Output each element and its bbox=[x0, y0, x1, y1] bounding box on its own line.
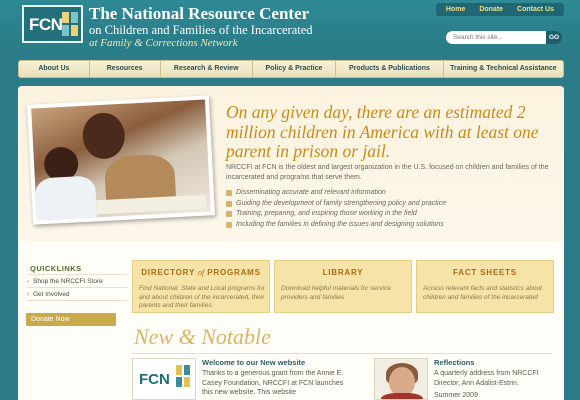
main-nav: About Us Resources Research & Review Pol… bbox=[18, 60, 564, 78]
news-logo-text: FCN bbox=[139, 371, 170, 388]
search-go-button[interactable]: GO bbox=[546, 31, 562, 44]
logo-mark-icon bbox=[176, 365, 190, 387]
list-item: Training, preparing, and inspiring those… bbox=[226, 209, 446, 220]
toplink-donate[interactable]: Donate bbox=[473, 6, 509, 13]
site-header: FCN The National Resource Center on Chil… bbox=[0, 0, 580, 58]
divider bbox=[27, 287, 127, 288]
toplink-contact[interactable]: Contact Us bbox=[511, 6, 560, 13]
quicklinks-title: QUICKLINKS bbox=[30, 264, 82, 273]
new-notable-heading: New & Notable bbox=[134, 324, 271, 349]
nav-training-assistance[interactable]: Training & Technical Assistance bbox=[444, 60, 563, 78]
toplink-home[interactable]: Home bbox=[440, 6, 471, 13]
news-fcn-logo[interactable]: FCN bbox=[132, 358, 196, 400]
news-date: Summer 2009 bbox=[434, 392, 478, 399]
fact-sheets-box[interactable]: FACT SHEETS Access relevant facts and st… bbox=[416, 260, 554, 313]
hero-description: NRCCFI at FCN is the oldest and largest … bbox=[226, 164, 549, 181]
divider bbox=[27, 300, 127, 301]
divider bbox=[132, 353, 552, 354]
donate-now-button[interactable]: Donate Now bbox=[26, 313, 116, 326]
news-body-welcome: Thanks to a generous grant from the Anni… bbox=[202, 370, 344, 396]
box-description: Download helpful materials for service p… bbox=[281, 285, 391, 301]
box-title-part: PROGRAMS bbox=[207, 268, 261, 277]
top-links: Home Donate Contact Us bbox=[435, 3, 564, 16]
hero-list: Disseminating accurate and relevant info… bbox=[226, 188, 446, 230]
org-subtitle: on Children and Families of the Incarcer… bbox=[89, 23, 313, 37]
list-item: Disseminating accurate and relevant info… bbox=[226, 188, 446, 199]
nav-resources[interactable]: Resources bbox=[90, 60, 161, 78]
main-content: On any given day, there are an estimated… bbox=[18, 86, 564, 400]
box-title: LIBRARY bbox=[322, 268, 364, 277]
quicklink-shop-store[interactable]: Shop the NRCCFI Store bbox=[27, 278, 103, 285]
directory-of-programs-box[interactable]: DIRECTORY of PROGRAMS Find National, Sta… bbox=[132, 260, 270, 313]
nav-policy-practice[interactable]: Policy & Practice bbox=[253, 60, 337, 78]
nav-products-publications[interactable]: Products & Publications bbox=[336, 60, 444, 78]
divider bbox=[27, 274, 127, 275]
hero-headline: On any given day, there are an estimated… bbox=[226, 102, 539, 161]
hero-section: On any given day, there are an estimated… bbox=[18, 86, 564, 241]
box-title: FACT SHEETS bbox=[453, 268, 517, 277]
list-item: Including the families in defining the i… bbox=[226, 220, 446, 231]
news-title-reflections[interactable]: Reflections bbox=[434, 358, 474, 367]
nav-research-review[interactable]: Research & Review bbox=[161, 60, 253, 78]
box-title-part: DIRECTORY bbox=[141, 268, 195, 277]
hero-family-photo bbox=[26, 95, 216, 225]
org-name: The National Resource Center bbox=[89, 4, 310, 23]
quicklink-get-involved[interactable]: Get Involved bbox=[27, 291, 70, 298]
nav-about-us[interactable]: About Us bbox=[19, 60, 90, 78]
logo-mark-icon bbox=[62, 12, 78, 36]
box-title: DIRECTORY of PROGRAMS bbox=[133, 268, 269, 277]
list-item: Guiding the development of family streng… bbox=[226, 199, 446, 210]
search-input[interactable] bbox=[446, 31, 546, 44]
box-description: Access relevant facts and statistics abo… bbox=[423, 285, 542, 301]
box-description: Find National, State and Local programs … bbox=[139, 285, 265, 309]
director-photo[interactable] bbox=[374, 358, 428, 400]
logo-text: FCN bbox=[29, 15, 63, 34]
fcn-logo[interactable]: FCN bbox=[22, 5, 83, 43]
org-network: at Family & Corrections Network bbox=[89, 37, 238, 49]
news-body-reflections: A quarterly address from NRCCFI Director… bbox=[434, 370, 539, 387]
library-box[interactable]: LIBRARY Download helpful materials for s… bbox=[274, 260, 412, 313]
box-title-of: of bbox=[197, 268, 205, 277]
news-title-welcome[interactable]: Welcome to our New website bbox=[202, 358, 305, 367]
